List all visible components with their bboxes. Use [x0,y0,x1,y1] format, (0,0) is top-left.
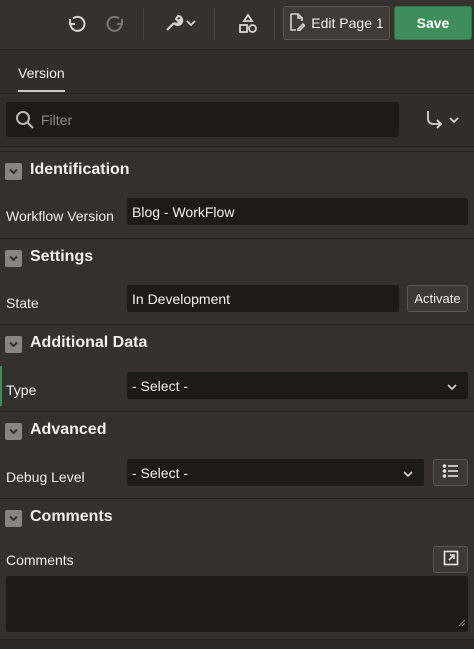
filter-input[interactable] [41,103,391,136]
expand-icon [443,550,459,569]
section-title: Comments [30,508,113,525]
section-title: Advanced [30,421,107,438]
edit-page-label: Edit Page 1 [311,15,384,31]
toolbar: Edit Page 1 Save [0,0,474,50]
debug-level-row: Debug Level - Select - [0,453,474,501]
chevron-down-icon [185,16,197,32]
workflow-version-label: Workflow Version [6,208,114,224]
collapse-chevron-icon[interactable] [5,336,22,353]
collapse-chevron-icon[interactable] [5,163,22,180]
debug-level-list-button[interactable] [433,459,468,486]
debug-level-select[interactable]: - Select - [127,459,424,486]
wrench-icon [163,12,185,37]
toolbar-separator [274,8,275,40]
toolbar-separator [143,8,144,40]
list-icon [442,463,460,482]
chevron-down-icon [446,380,458,396]
debug-level-label: Debug Level [6,469,85,485]
toolbar-separator [214,8,215,40]
comments-row: Comments [0,540,474,574]
tab-bar: Version [0,50,474,94]
section-title: Identification [30,161,130,178]
redo-icon[interactable] [102,11,130,37]
type-label: Type [6,382,37,398]
collapse-chevron-icon[interactable] [5,250,22,267]
collapse-chevron-icon[interactable] [5,510,22,527]
bottom-strip [0,639,474,649]
comments-textarea[interactable] [6,576,468,632]
type-row: Type - Select - [0,366,474,414]
section-additional-data-header[interactable]: Additional Data [0,324,474,362]
go-to-button[interactable] [424,109,460,132]
section-comments-header[interactable]: Comments [0,498,474,536]
type-select[interactable]: - Select - [127,372,468,399]
undo-icon[interactable] [62,11,90,37]
edit-page-button[interactable]: Edit Page 1 [283,6,390,40]
activate-button[interactable]: Activate [407,285,468,312]
section-identification-header[interactable]: Identification [0,151,474,189]
state-row: State In Development Activate [0,279,474,327]
resize-handle-icon[interactable] [458,614,466,630]
collapse-chevron-icon[interactable] [5,423,22,440]
chevron-down-icon [402,467,414,483]
workflow-version-row: Workflow Version Blog - WorkFlow [0,192,474,240]
state-field: In Development [127,285,399,312]
tab-version[interactable]: Version [18,65,65,92]
page-edit-icon [289,12,306,34]
comments-label: Comments [6,552,74,568]
save-button[interactable]: Save [394,6,472,40]
state-label: State [6,295,39,311]
section-advanced-header[interactable]: Advanced [0,411,474,449]
chevron-down-icon [448,113,460,129]
expand-editor-button[interactable] [433,546,468,573]
section-settings-header[interactable]: Settings [0,238,474,276]
section-title: Additional Data [30,334,148,351]
workflow-version-field[interactable]: Blog - WorkFlow [127,198,468,225]
debug-level-select-value: - Select - [132,464,189,481]
type-select-value: - Select - [132,377,189,394]
go-to-arrow-icon [424,109,444,132]
utilities-menu-button[interactable] [160,11,200,37]
filter-box [6,102,399,137]
shapes-icon[interactable] [234,11,262,37]
search-icon [15,110,35,133]
filter-row [0,95,474,147]
section-title: Settings [30,248,94,265]
